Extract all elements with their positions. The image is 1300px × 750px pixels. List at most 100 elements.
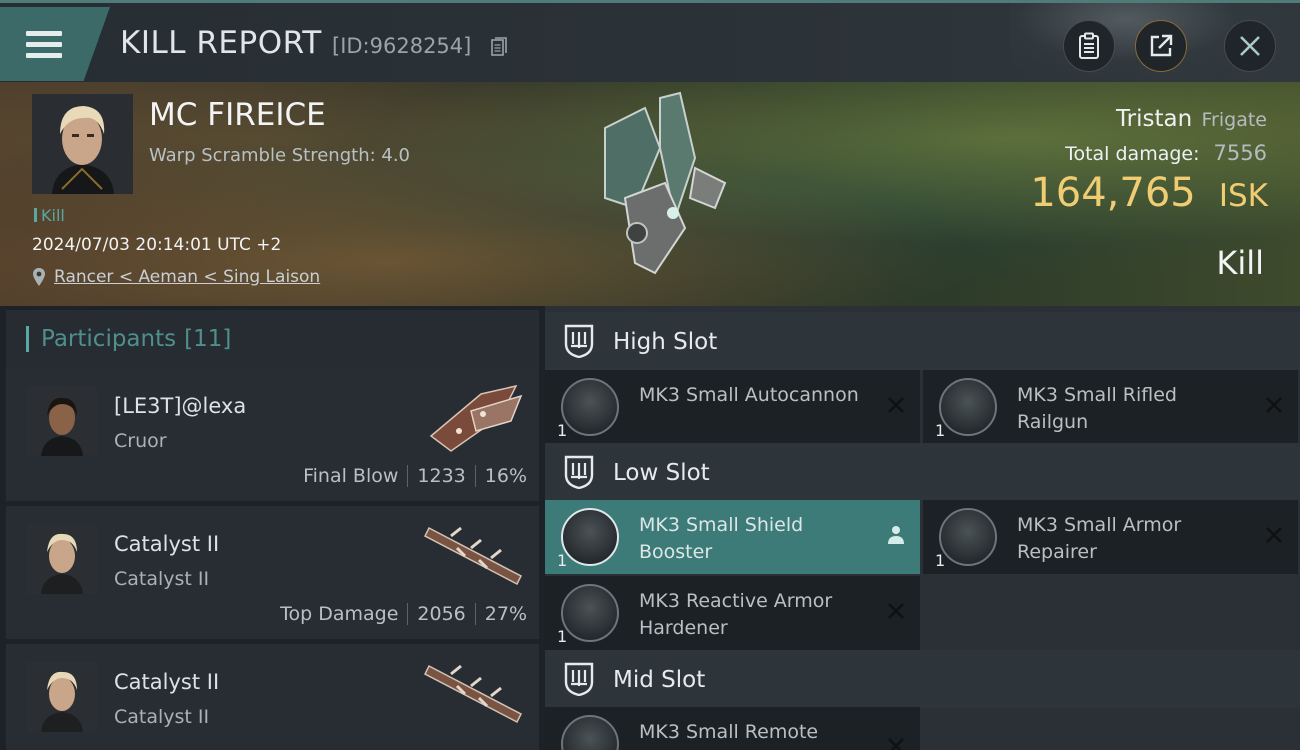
module-quantity: 1 [557, 551, 568, 570]
hamburger-icon [26, 31, 62, 59]
low-slot-header: Low Slot [545, 443, 1300, 501]
participant-stats: Final Blow 1233 16% [303, 465, 527, 487]
participant-name: Catalyst II [114, 670, 220, 694]
warp-scramble-strength: Warp Scramble Strength: 4.0 [149, 145, 411, 166]
module-item[interactable]: 1 MK3 Small Armor Repairer [923, 500, 1298, 574]
railgun-icon [939, 378, 997, 436]
total-damage-value: 7556 [1213, 141, 1267, 165]
catalyst-ship-image [423, 526, 523, 586]
participant-row[interactable]: [LE3T]@lexa Cruor Final Blow 1233 16% [6, 368, 539, 501]
location-text[interactable]: Rancer < Aeman < Sing Laison [54, 267, 320, 287]
victim-name[interactable]: MC FIREICE [149, 97, 326, 133]
autocannon-icon [561, 378, 619, 436]
participant-damage: 1233 [417, 465, 466, 487]
destroyed-x-icon [888, 397, 904, 413]
module-quantity: 1 [557, 421, 568, 440]
low-slot-icon [564, 455, 594, 489]
destroyed-x-icon [1266, 397, 1282, 413]
pilot-avatar-icon [27, 662, 97, 732]
mid-slot-header: Mid Slot [545, 650, 1300, 708]
victim-portrait[interactable] [32, 94, 133, 194]
clipboard-icon [1079, 32, 1099, 59]
participant-ship: Catalyst II [114, 706, 210, 728]
module-item[interactable]: 1 MK3 Small Shield Booster [545, 500, 920, 574]
participant-portrait [27, 524, 97, 594]
location-pin-icon [33, 268, 45, 286]
mid-slot-label: Mid Slot [613, 667, 706, 693]
menu-button[interactable] [0, 7, 110, 81]
isk-value: 164,765 ISK [1030, 170, 1268, 216]
participant-stats: Top Damage 2056 27% [280, 603, 527, 625]
kill-timestamp: 2024/07/03 20:14:01 UTC +2 [32, 235, 282, 255]
module-name: MK3 Small Shield Booster [639, 514, 804, 563]
module-item[interactable]: MK3 Small Remote [545, 707, 920, 750]
module-item[interactable]: 1 MK3 Small Autocannon [545, 370, 920, 444]
shield-booster-icon [561, 508, 619, 566]
dropped-person-icon [888, 526, 904, 544]
high-slot-icon [564, 324, 594, 358]
high-slot-header: High Slot [545, 312, 1300, 370]
destroyed-x-icon [888, 738, 904, 750]
module-name: MK3 Small Autocannon [639, 384, 859, 406]
pilot-avatar-icon [32, 94, 133, 194]
module-name: MK3 Small Remote [639, 721, 819, 743]
participant-ship: Cruor [114, 430, 167, 452]
participant-percent: 16% [484, 465, 527, 487]
mid-slot-icon [564, 662, 594, 696]
module-quantity: 1 [935, 421, 946, 440]
module-quantity: 1 [557, 627, 568, 646]
participants-panel: Participants [11] [LE3T]@lexa Cruor Fina… [0, 306, 545, 750]
participant-role: Top Damage [280, 603, 399, 625]
participants-label: Participants [41, 326, 177, 352]
participant-row[interactable]: Catalyst II Catalyst II Top Damage 2056 … [6, 506, 539, 639]
module-name: MK3 Reactive Armor Hardener [639, 590, 833, 639]
participant-role: Final Blow [303, 465, 399, 487]
high-slot-label: High Slot [613, 329, 718, 355]
share-button[interactable] [1135, 20, 1187, 72]
close-icon [1240, 36, 1260, 56]
module-item[interactable]: 1 MK3 Small Rifled Railgun [923, 370, 1298, 444]
isk-amount: 164,765 [1030, 170, 1196, 216]
destroyed-x-icon [1266, 527, 1282, 543]
clipboard-button[interactable] [1063, 20, 1115, 72]
tristan-ship-image [604, 91, 727, 275]
share-icon [1150, 34, 1173, 57]
module-name: MK3 Small Armor Repairer [1017, 514, 1182, 563]
remote-repairer-icon [561, 715, 619, 750]
page-title: KILL REPORT [120, 25, 322, 61]
module-item[interactable]: 1 MK3 Reactive Armor Hardener [545, 576, 920, 650]
destroyed-x-icon [888, 603, 904, 619]
low-slot-label: Low Slot [613, 460, 710, 486]
participant-percent: 27% [484, 603, 527, 625]
participant-ship: Catalyst II [114, 568, 210, 590]
pilot-avatar-icon [27, 524, 97, 594]
cruor-ship-image [429, 384, 523, 452]
participants-header: Participants [11] [6, 310, 539, 368]
module-name: MK3 Small Rifled Railgun [1017, 384, 1177, 433]
close-button[interactable] [1224, 20, 1276, 72]
result-label: Kill [1216, 244, 1264, 282]
participant-name: Catalyst II [114, 532, 220, 556]
participant-damage: 2056 [417, 603, 466, 625]
catalyst-ship-image [423, 664, 523, 724]
fitting-panel: High Slot 1 MK3 Small Autocannon 1 MK3 S… [545, 306, 1300, 750]
ship-name: Tristan [1116, 106, 1193, 132]
participant-row[interactable]: Catalyst II Catalyst II [6, 644, 539, 750]
participants-count: [11] [184, 326, 232, 352]
participant-portrait [27, 662, 97, 732]
victim-ship[interactable]: Tristan Frigate [1116, 106, 1267, 132]
kill-tag: Kill [34, 206, 65, 225]
total-damage: Total damage: 7556 [1065, 141, 1267, 165]
total-damage-label: Total damage: [1065, 143, 1200, 165]
report-id: [ID:9628254] [332, 34, 472, 58]
location-link[interactable]: Rancer < Aeman < Sing Laison [32, 267, 320, 287]
armor-hardener-icon [561, 584, 619, 642]
module-quantity: 1 [935, 551, 946, 570]
participant-portrait [27, 386, 97, 456]
ship-class: Frigate [1201, 109, 1267, 131]
armor-repairer-icon [939, 508, 997, 566]
pilot-avatar-icon [27, 386, 97, 456]
isk-unit: ISK [1218, 178, 1268, 214]
kill-tag-label: Kill [41, 206, 65, 225]
copy-icon[interactable] [491, 37, 507, 57]
